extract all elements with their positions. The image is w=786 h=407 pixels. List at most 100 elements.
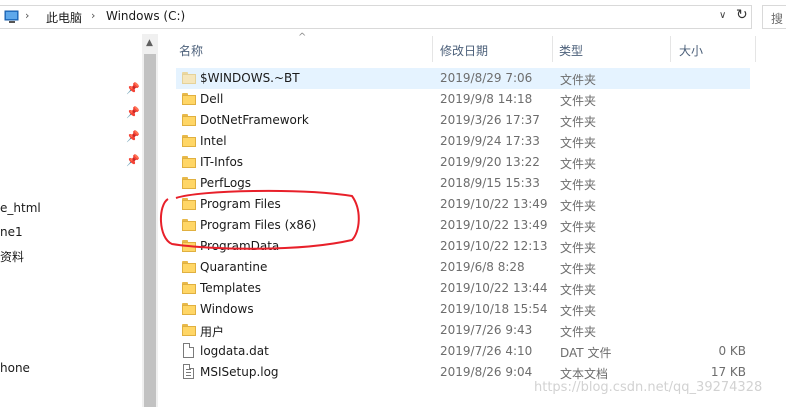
folder-icon [182, 135, 196, 147]
file-row[interactable]: 用户 2019/7/26 9:43 文件夹 [176, 320, 750, 341]
file-name: Program Files [200, 197, 281, 211]
folder-icon [182, 303, 196, 315]
folder-icon [182, 198, 196, 210]
file-name: Templates [200, 281, 262, 295]
file-name: MSISetup.log [200, 365, 279, 379]
file-type: 文件夹 [560, 325, 597, 339]
scroll-up-arrow-icon[interactable]: ▲ [146, 38, 153, 48]
pin-icon[interactable]: 📌 [126, 154, 140, 167]
column-header: ^ 名称 修改日期 类型 大小 [170, 32, 770, 62]
file-name: ProgramData [200, 239, 280, 253]
nav-item[interactable]: hone [0, 361, 30, 375]
file-row[interactable]: Intel 2019/9/24 17:33 文件夹 [176, 131, 750, 152]
watermark-text: https://blog.csdn.net/qq_39274328 [534, 380, 763, 395]
nav-item[interactable]: ne1 [0, 225, 23, 239]
column-divider[interactable] [670, 36, 671, 62]
file-type: 文件夹 [560, 262, 597, 276]
file-type: 文件夹 [560, 283, 597, 297]
file-list: $WINDOWS.~BT 2019/8/29 7:06 文件夹 Dell 2019/9/… [176, 68, 750, 383]
refresh-icon[interactable]: ↻ [736, 7, 748, 23]
address-dropdown-icon[interactable]: ∨ [719, 10, 726, 21]
column-divider[interactable] [552, 36, 553, 62]
pin-icon[interactable]: 📌 [126, 106, 140, 119]
file-modified-date: 2019/7/26 9:43 [440, 323, 533, 337]
file-row[interactable]: $WINDOWS.~BT 2019/8/29 7:06 文件夹 [176, 68, 750, 89]
file-row[interactable]: IT-Infos 2019/9/20 13:22 文件夹 [176, 152, 750, 173]
file-size: 17 KB [710, 365, 746, 379]
file-name: Windows [200, 302, 254, 316]
file-type: DAT 文件 [560, 346, 612, 360]
file-name: DotNetFramework [200, 113, 309, 127]
file-modified-date: 2019/8/26 9:04 [440, 365, 533, 379]
breadcrumb-windows-c[interactable]: Windows (C:) [106, 9, 185, 23]
file-type: 文件夹 [560, 304, 597, 318]
folder-icon [182, 261, 196, 273]
folder-icon [182, 219, 196, 231]
folder-icon [182, 156, 196, 168]
nav-item[interactable]: e_html [0, 201, 41, 215]
file-name: Intel [200, 134, 227, 148]
file-row[interactable]: Windows 2019/10/18 15:54 文件夹 [176, 299, 750, 320]
file-modified-date: 2019/9/20 13:22 [440, 155, 540, 169]
folder-icon [182, 324, 196, 336]
folder-icon [182, 177, 196, 189]
pin-icon[interactable]: 📌 [126, 130, 140, 143]
pin-icon[interactable]: 📌 [126, 82, 140, 95]
file-name: Program Files (x86) [200, 218, 317, 232]
column-type-header[interactable]: 类型 [559, 42, 583, 59]
file-row[interactable]: Program Files 2019/10/22 13:49 文件夹 [176, 194, 750, 215]
folder-icon [182, 240, 196, 252]
search-input[interactable]: 搜 [762, 5, 786, 29]
file-row[interactable]: PerfLogs 2018/9/15 15:33 文件夹 [176, 173, 750, 194]
sort-ascending-icon: ^ [298, 32, 307, 43]
file-icon [183, 343, 194, 358]
file-modified-date: 2019/3/26 17:37 [440, 113, 540, 127]
file-modified-date: 2019/10/22 12:13 [440, 239, 548, 253]
file-name: 用户 [200, 325, 225, 339]
file-modified-date: 2019/10/22 13:49 [440, 197, 548, 211]
file-type: 文件夹 [560, 241, 597, 255]
folder-icon [182, 282, 196, 294]
file-type: 文件夹 [560, 199, 597, 213]
file-modified-date: 2018/9/15 15:33 [440, 176, 540, 190]
this-pc-icon [4, 10, 19, 23]
folder-icon [182, 93, 196, 105]
file-row[interactable]: Program Files (x86) 2019/10/22 13:49 文件夹 [176, 215, 750, 236]
column-divider[interactable] [432, 36, 433, 62]
column-name-header[interactable]: 名称 [179, 42, 203, 59]
nav-scrollbar[interactable]: ▲ [142, 34, 158, 407]
nav-item[interactable]: 资料 [0, 248, 24, 265]
file-name: PerfLogs [200, 176, 252, 190]
file-modified-date: 2019/9/8 14:18 [440, 92, 533, 106]
file-modified-date: 2019/6/8 8:28 [440, 260, 525, 274]
file-type: 文件夹 [560, 136, 597, 150]
file-size: 0 KB [718, 344, 746, 358]
breadcrumb-this-pc[interactable]: 此电脑 [46, 9, 82, 26]
file-type: 文件夹 [560, 115, 597, 129]
search-placeholder: 搜 [771, 12, 784, 26]
file-row[interactable]: ProgramData 2019/10/22 12:13 文件夹 [176, 236, 750, 257]
file-row[interactable]: logdata.dat 2019/7/26 4:10 DAT 文件 0 KB [176, 341, 750, 362]
file-row[interactable]: Templates 2019/10/22 13:44 文件夹 [176, 278, 750, 299]
folder-icon [182, 114, 196, 126]
column-size-header[interactable]: 大小 [679, 42, 703, 59]
file-row[interactable]: Dell 2019/9/8 14:18 文件夹 [176, 89, 750, 110]
file-name: Dell [200, 92, 224, 106]
file-name: $WINDOWS.~BT [200, 71, 300, 85]
file-type: 文件夹 [560, 73, 597, 87]
column-divider[interactable] [755, 36, 756, 62]
file-modified-date: 2019/10/18 15:54 [440, 302, 548, 316]
scroll-thumb[interactable] [144, 54, 156, 407]
file-row[interactable]: Quarantine 2019/6/8 8:28 文件夹 [176, 257, 750, 278]
column-date-header[interactable]: 修改日期 [440, 42, 488, 59]
breadcrumb-separator-icon: › [91, 9, 96, 22]
file-name: Quarantine [200, 260, 268, 274]
file-modified-date: 2019/9/24 17:33 [440, 134, 540, 148]
file-type: 文件夹 [560, 94, 597, 108]
file-name: IT-Infos [200, 155, 244, 169]
file-row[interactable]: DotNetFramework 2019/3/26 17:37 文件夹 [176, 110, 750, 131]
text-file-icon [183, 364, 194, 379]
file-name: logdata.dat [200, 344, 269, 358]
file-modified-date: 2019/8/29 7:06 [440, 71, 533, 85]
file-type: 文件夹 [560, 178, 597, 192]
